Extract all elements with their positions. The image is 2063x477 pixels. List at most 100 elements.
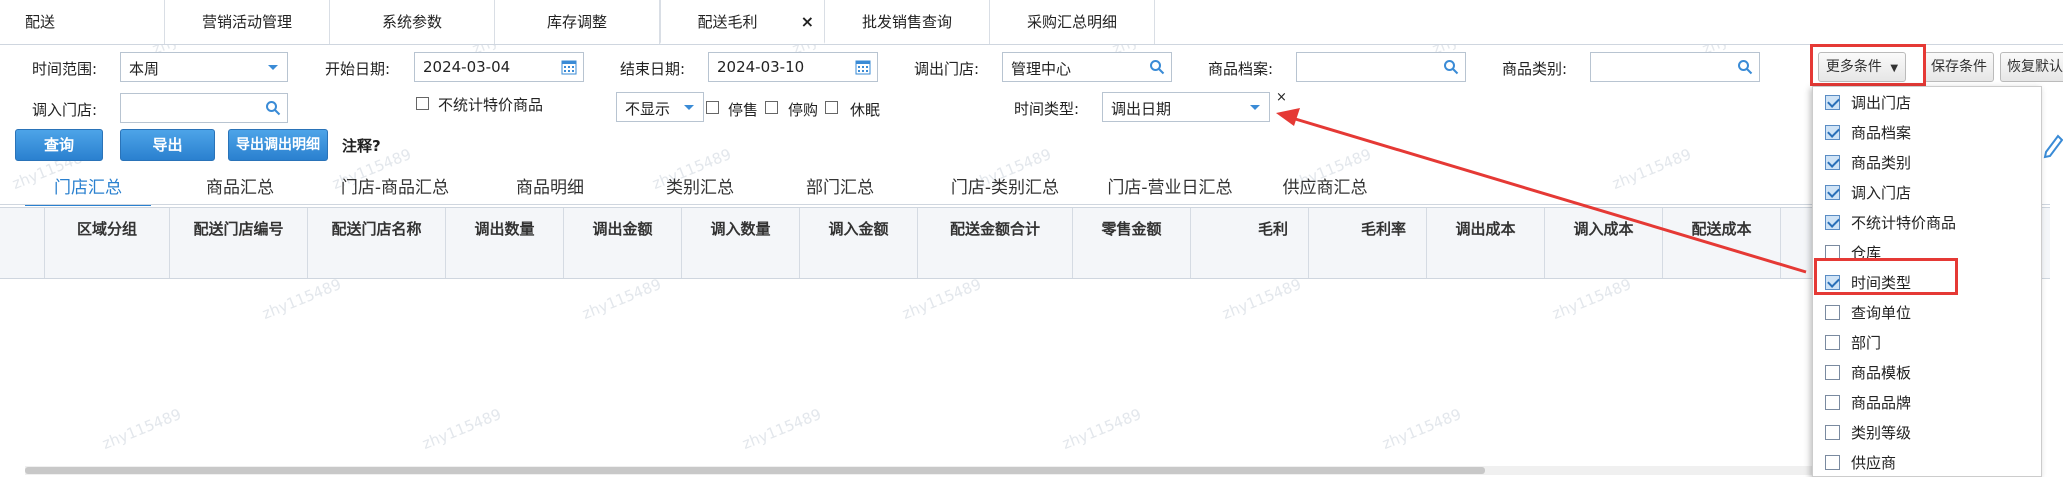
column-header[interactable]: 配送金额合计 bbox=[918, 208, 1073, 278]
watermark-text: zhy115489 bbox=[1219, 275, 1304, 323]
tab-label: 系统参数 bbox=[381, 13, 442, 31]
stop-sale-checkbox[interactable] bbox=[706, 101, 719, 114]
horizontal-scrollbar[interactable] bbox=[25, 466, 2025, 475]
column-header[interactable]: 配送门店编号 bbox=[170, 208, 308, 278]
remove-condition-icon[interactable]: × bbox=[1276, 90, 1287, 105]
menu-item-label: 不统计特价商品 bbox=[1851, 214, 1957, 232]
column-header[interactable]: 调出成本 bbox=[1427, 208, 1545, 278]
checkbox[interactable] bbox=[1825, 305, 1840, 320]
start-date-input[interactable]: 2024-03-04 bbox=[414, 52, 584, 82]
column-header[interactable]: 调入成本 bbox=[1545, 208, 1663, 278]
export-button[interactable]: 导出 bbox=[120, 129, 215, 161]
column-header[interactable]: 调入金额 bbox=[800, 208, 918, 278]
in-store-input[interactable] bbox=[120, 93, 288, 123]
subtab-store-product-summary[interactable]: 门店-商品汇总 bbox=[315, 174, 475, 204]
no-special-price-label: 不统计特价商品 bbox=[438, 96, 544, 114]
product-file-input[interactable] bbox=[1296, 52, 1466, 82]
tab-distribution[interactable]: 配送 bbox=[0, 0, 165, 44]
subtab-supplier-summary[interactable]: 供应商汇总 bbox=[1260, 174, 1390, 204]
menu-item-product-template[interactable]: 商品模板 bbox=[1813, 357, 2041, 387]
out-store-input[interactable]: 管理中心 bbox=[1002, 52, 1172, 82]
watermark-text: zhy115489 bbox=[739, 405, 824, 453]
menu-item-product-file[interactable]: 商品档案 bbox=[1813, 117, 2041, 147]
calendar-icon[interactable] bbox=[855, 59, 871, 75]
checkbox[interactable] bbox=[1825, 125, 1840, 140]
subtab-category-summary[interactable]: 类别汇总 bbox=[640, 174, 760, 204]
menu-item-out-store[interactable]: 调出门店 bbox=[1813, 87, 2041, 117]
column-header[interactable]: 毛利率 bbox=[1309, 208, 1427, 278]
end-date-label: 结束日期: bbox=[620, 60, 686, 78]
subtab-label: 门店-商品汇总 bbox=[340, 178, 450, 198]
checkbox[interactable] bbox=[1825, 95, 1840, 110]
tab-purchase-summary[interactable]: 采购汇总明细 bbox=[990, 0, 1155, 44]
checkbox[interactable] bbox=[1825, 395, 1840, 410]
checkbox[interactable] bbox=[1825, 215, 1840, 230]
tab-wholesale-query[interactable]: 批发销售查询 bbox=[825, 0, 990, 44]
no-special-price-checkbox[interactable] bbox=[416, 97, 429, 110]
menu-item-in-store[interactable]: 调入门店 bbox=[1813, 177, 2041, 207]
time-type-select[interactable]: 调出日期 bbox=[1102, 92, 1270, 122]
checkbox[interactable] bbox=[1825, 365, 1840, 380]
export-label: 导出 bbox=[152, 136, 183, 154]
tab-system-params[interactable]: 系统参数 bbox=[330, 0, 495, 44]
column-header[interactable]: 调入数量 bbox=[682, 208, 800, 278]
tab-marketing[interactable]: 营销活动管理 bbox=[165, 0, 330, 44]
column-header[interactable]: 区域分组 bbox=[45, 208, 170, 278]
edit-icon[interactable] bbox=[2042, 130, 2063, 160]
menu-item-category-level[interactable]: 类别等级 bbox=[1813, 417, 2041, 447]
menu-item-label: 调出门店 bbox=[1851, 94, 1912, 112]
subtab-product-summary[interactable]: 商品汇总 bbox=[180, 174, 300, 204]
chevron-down-icon bbox=[684, 105, 694, 110]
dormant-checkbox[interactable] bbox=[825, 101, 838, 114]
search-icon[interactable] bbox=[265, 100, 281, 116]
note-link[interactable]: 注释? bbox=[342, 135, 381, 156]
restore-default-label: 恢复默认 bbox=[2007, 59, 2063, 75]
column-header[interactable]: 调出数量 bbox=[446, 208, 564, 278]
subtab-store-category-summary[interactable]: 门店-类别汇总 bbox=[925, 174, 1085, 204]
export-detail-button[interactable]: 导出调出明细 bbox=[228, 129, 328, 161]
calendar-icon[interactable] bbox=[561, 59, 577, 75]
save-conditions-button[interactable]: 保存条件 bbox=[1924, 52, 1994, 82]
column-header[interactable]: 调出金额 bbox=[564, 208, 682, 278]
column-header-label: 调出数量 bbox=[474, 220, 535, 238]
menu-item-product-brand[interactable]: 商品品牌 bbox=[1813, 387, 2041, 417]
scrollbar-thumb[interactable] bbox=[25, 467, 1485, 474]
subtab-store-businessday-summary[interactable]: 门店-营业日汇总 bbox=[1080, 174, 1260, 204]
query-button[interactable]: 查询 bbox=[15, 129, 103, 161]
menu-item-label: 查询单位 bbox=[1851, 304, 1912, 322]
search-icon[interactable] bbox=[1737, 59, 1753, 75]
tab-distribution-profit[interactable]: 配送毛利 × bbox=[660, 0, 825, 44]
product-file-label: 商品档案: bbox=[1208, 60, 1274, 78]
product-category-input[interactable] bbox=[1590, 52, 1760, 82]
checkbox[interactable] bbox=[1825, 155, 1840, 170]
tab-stock-adjust[interactable]: 库存调整 bbox=[495, 0, 660, 44]
menu-item-department[interactable]: 部门 bbox=[1813, 327, 2041, 357]
search-icon[interactable] bbox=[1443, 59, 1459, 75]
menu-item-no-special-price[interactable]: 不统计特价商品 bbox=[1813, 207, 2041, 237]
menu-item-supplier[interactable]: 供应商 bbox=[1813, 447, 2041, 477]
column-header[interactable]: 毛利 bbox=[1191, 208, 1309, 278]
end-date-input[interactable]: 2024-03-10 bbox=[708, 52, 878, 82]
subtab-label: 商品汇总 bbox=[206, 178, 274, 198]
checkbox[interactable] bbox=[1825, 185, 1840, 200]
time-range-select[interactable]: 本周 bbox=[120, 52, 288, 82]
export-detail-label: 导出调出明细 bbox=[236, 137, 320, 153]
subtab-product-detail[interactable]: 商品明细 bbox=[490, 174, 610, 204]
menu-item-product-category[interactable]: 商品类别 bbox=[1813, 147, 2041, 177]
search-icon[interactable] bbox=[1149, 59, 1165, 75]
checkbox[interactable] bbox=[1825, 455, 1840, 470]
checkbox[interactable] bbox=[1825, 425, 1840, 440]
checkbox[interactable] bbox=[1825, 335, 1840, 350]
column-header[interactable]: 零售金额 bbox=[1073, 208, 1191, 278]
close-icon[interactable]: × bbox=[801, 0, 814, 44]
column-header[interactable]: 配送成本 bbox=[1663, 208, 1781, 278]
restore-default-button[interactable]: 恢复默认 bbox=[2000, 52, 2063, 82]
subtab-department-summary[interactable]: 部门汇总 bbox=[780, 174, 900, 204]
display-select[interactable]: 不显示 bbox=[616, 92, 704, 122]
menu-item-label: 商品品牌 bbox=[1851, 394, 1912, 412]
tab-label: 库存调整 bbox=[546, 13, 607, 31]
menu-item-query-unit[interactable]: 查询单位 bbox=[1813, 297, 2041, 327]
column-header[interactable]: 配送门店名称 bbox=[308, 208, 446, 278]
stop-purchase-checkbox[interactable] bbox=[765, 101, 778, 114]
subtab-store-summary[interactable]: 门店汇总 bbox=[25, 174, 151, 206]
